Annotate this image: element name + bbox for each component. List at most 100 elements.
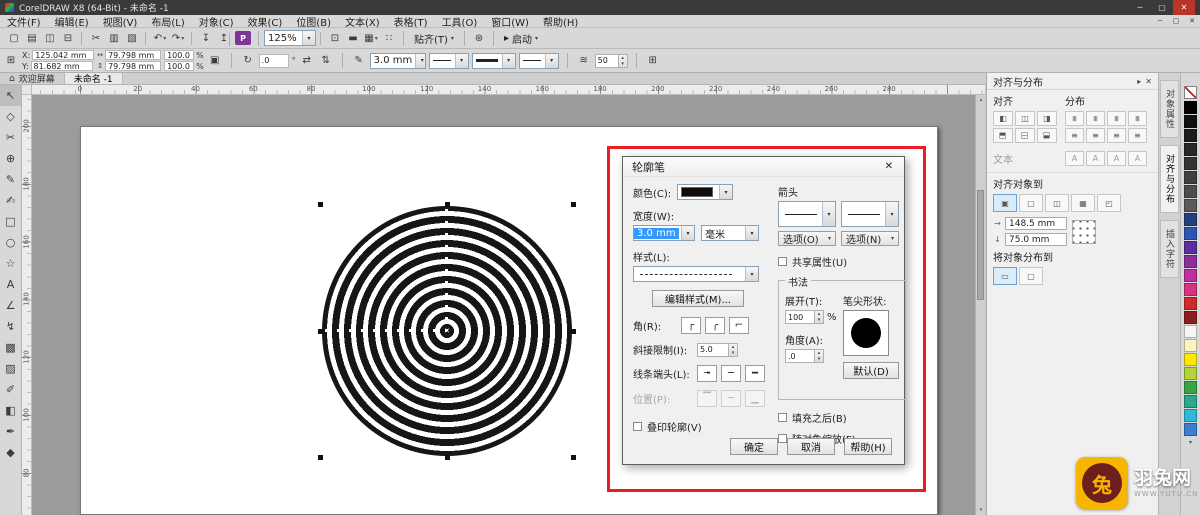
selection-handle[interactable] xyxy=(318,455,323,460)
menu-item[interactable]: 布局(L) xyxy=(144,14,191,29)
menu-item[interactable]: 文本(X) xyxy=(338,14,387,29)
menu-item[interactable]: 文件(F) xyxy=(0,14,48,29)
vertical-ruler[interactable]: 200 180 160 140 120 100 80 xyxy=(22,95,32,515)
close-icon[interactable]: ✕ xyxy=(883,161,895,172)
docker-tab[interactable]: 对齐与分布 xyxy=(1160,145,1179,213)
align-right-icon[interactable]: ◨ xyxy=(1037,111,1057,126)
chevron-down-icon[interactable] xyxy=(745,267,758,281)
align-point-grid-picker[interactable] xyxy=(1072,219,1096,244)
show-rulers-icon[interactable]: ▬ xyxy=(344,30,362,47)
tab-welcome-screen[interactable]: ⌂ 欢迎屏幕 xyxy=(0,73,65,85)
rotation-angle-field[interactable]: .0 xyxy=(258,53,289,68)
freehand-tool[interactable]: ✎ xyxy=(0,169,21,190)
y-position-field[interactable]: 81.682 mm xyxy=(30,61,93,71)
text-tool[interactable]: A xyxy=(0,274,21,295)
align-to-point-icon[interactable]: ◰ xyxy=(1097,194,1121,212)
palette-swatch[interactable] xyxy=(1184,353,1197,366)
end-arrowhead-picker[interactable] xyxy=(841,201,899,227)
fullscreen-preview-icon[interactable]: ⊡ xyxy=(320,30,344,47)
bevel-corner-button[interactable]: ⌐ xyxy=(729,317,749,334)
chevron-down-icon[interactable] xyxy=(681,226,694,240)
minimize-icon[interactable]: ─ xyxy=(1129,0,1151,15)
palette-swatch[interactable] xyxy=(1184,143,1197,156)
spin-down-icon[interactable] xyxy=(729,350,737,356)
zoom-tool[interactable]: ⊕ xyxy=(0,148,21,169)
align-x-field[interactable]: 148.5 mm xyxy=(1005,217,1067,230)
selection-handle[interactable] xyxy=(571,202,576,207)
polygon-tool[interactable]: ☆ xyxy=(0,253,21,274)
align-left-icon[interactable]: ◧ xyxy=(993,111,1013,126)
selection-handle[interactable] xyxy=(571,455,576,460)
menu-item[interactable]: 编辑(E) xyxy=(48,14,96,29)
start-arrowhead-combo[interactable] xyxy=(428,52,469,69)
align-to-grid-icon[interactable]: ▦ xyxy=(1071,194,1095,212)
scale-x-field[interactable]: 100.0 xyxy=(164,50,195,60)
eyedropper-tool[interactable]: ✐ xyxy=(0,379,21,400)
distribute-top-icon[interactable]: ≡ xyxy=(1065,128,1084,143)
chevron-down-icon[interactable] xyxy=(885,202,898,226)
convert-to-curves-icon[interactable]: ⊞ xyxy=(645,53,661,69)
selection-handle[interactable] xyxy=(318,329,323,334)
palette-swatch[interactable] xyxy=(1184,269,1197,282)
selection-handle[interactable] xyxy=(445,202,450,207)
distribute-bottom-icon[interactable]: ≡ xyxy=(1128,128,1147,143)
chevron-down-icon[interactable] xyxy=(415,53,425,68)
align-text-outline-icon[interactable]: A xyxy=(1128,151,1147,166)
scrollbar-thumb[interactable] xyxy=(977,190,984,300)
overprint-outline-checkbox[interactable]: 叠印轮廓(V) xyxy=(633,419,763,434)
miter-limit-value[interactable]: 5.0 xyxy=(697,342,729,357)
distribute-to-selection-icon[interactable]: ▭ xyxy=(993,267,1017,285)
palette-swatch[interactable] xyxy=(1184,185,1197,198)
distribute-center-h-icon[interactable]: ≡ xyxy=(1086,111,1105,126)
object-width-field[interactable]: 79.798 mm xyxy=(105,50,162,60)
outline-width-combo[interactable]: 3.0 mm xyxy=(369,52,426,69)
edit-style-button[interactable]: 编辑样式(M)... xyxy=(652,290,744,307)
align-center-h-icon[interactable]: ◫ xyxy=(1015,111,1035,126)
menu-item[interactable]: 视图(V) xyxy=(96,14,145,29)
horizontal-ruler[interactable]: 0 20 40 60 80 100 120 140 160 180 200 220 240 260 280 xyxy=(32,85,985,95)
object-height-field[interactable]: 79.798 mm xyxy=(105,61,162,71)
ruler-origin-box[interactable] xyxy=(22,85,32,95)
chevron-down-icon[interactable] xyxy=(454,53,468,68)
align-to-page-center-icon[interactable]: ◫ xyxy=(1045,194,1069,212)
share-attributes-checkbox[interactable]: 共享属性(U) xyxy=(778,254,906,269)
palette-swatch[interactable] xyxy=(1184,157,1197,170)
dialog-titlebar[interactable]: 轮廓笔 ✕ xyxy=(623,157,904,177)
palette-swatch[interactable] xyxy=(1184,423,1197,436)
square-cap-button[interactable]: ━ xyxy=(745,365,765,382)
shape-tool[interactable]: ◇ xyxy=(0,106,21,127)
default-button[interactable]: 默认(D) xyxy=(843,362,899,379)
chevron-down-icon[interactable] xyxy=(745,226,758,240)
menu-item[interactable]: 对象(C) xyxy=(192,14,241,29)
menu-item[interactable]: 表格(T) xyxy=(387,14,435,29)
line-style-combo[interactable] xyxy=(633,266,759,282)
align-to-active-objects-icon[interactable]: ▣ xyxy=(993,194,1017,212)
palette-swatch[interactable] xyxy=(1184,115,1197,128)
scale-y-field[interactable]: 100.0 xyxy=(164,61,195,71)
undo-icon[interactable]: ↶ xyxy=(145,30,169,47)
menu-item[interactable]: 窗口(W) xyxy=(484,14,536,29)
align-y-field[interactable]: 75.0 mm xyxy=(1005,233,1067,246)
docker-tab[interactable]: 插入字符 xyxy=(1160,220,1179,278)
import-icon[interactable]: ↧ xyxy=(191,30,215,47)
fill-tool[interactable]: ◆ xyxy=(0,442,21,463)
object-position-grid-icon[interactable]: ⊞ xyxy=(3,53,19,69)
palette-swatch[interactable] xyxy=(1184,213,1197,226)
palette-swatch[interactable] xyxy=(1184,129,1197,142)
help-button[interactable]: 帮助(H) xyxy=(844,438,892,455)
arrow-options-left-button[interactable]: 选项(O) xyxy=(778,231,836,246)
paste-icon[interactable]: ▧ xyxy=(123,30,141,47)
menu-item[interactable]: 位图(B) xyxy=(289,14,338,29)
tab-document[interactable]: 未命名 -1 xyxy=(64,73,123,85)
checkbox[interactable] xyxy=(778,413,787,422)
chevron-down-icon[interactable] xyxy=(501,53,515,68)
spin-down-icon[interactable] xyxy=(815,356,823,362)
nib-angle-value[interactable]: .0 xyxy=(785,349,815,363)
ok-button[interactable]: 确定 xyxy=(730,438,778,455)
stretch-value[interactable]: 100 xyxy=(785,310,815,324)
chevron-down-icon[interactable] xyxy=(302,31,315,45)
close-icon[interactable]: ✕ xyxy=(1184,15,1200,27)
lock-ratio-icon[interactable]: ▣ xyxy=(207,53,223,69)
pick-tool[interactable]: ↖ xyxy=(0,85,21,106)
round-cap-button[interactable]: ─ xyxy=(721,365,741,382)
